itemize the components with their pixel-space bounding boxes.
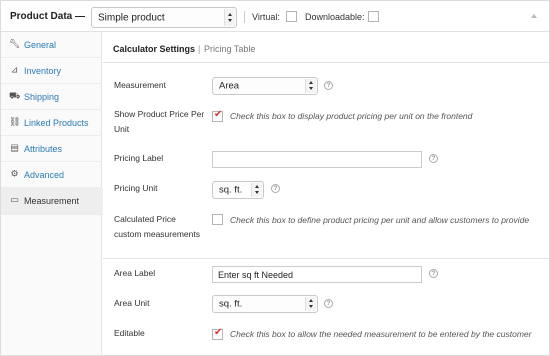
product-type-select[interactable]: Simple product [91,7,237,28]
sidebar-item-label: General [24,39,57,50]
help-icon[interactable]: ? [429,269,438,278]
wrench-icon: 🔧︎ [9,39,21,49]
area-label-input[interactable]: Enter sq ft Needed [212,266,422,283]
pricing-unit-value: sq. ft. [219,184,243,196]
calculated-price-label: Calculated Price custom measurements [114,212,200,242]
calculated-price-label-line1: Calculated Price [114,214,176,224]
product-data-tabs: 🔧︎ General ⊿ Inventory ⛟ Shipping ⛓ Link… [1,32,103,355]
calculated-price-label-line2: custom measurements [114,229,200,239]
help-icon[interactable]: ? [271,184,280,193]
section-divider [103,258,549,259]
tab-calculator-settings[interactable]: Calculator Settings [113,44,195,54]
sidebar-item-label: Advanced [24,169,65,180]
virtual-checkbox[interactable] [286,11,297,22]
measurement-label: Measurement [114,80,166,90]
show-price-checkbox[interactable] [212,109,223,122]
product-data-header: Product Data — Simple product Virtual: D… [1,1,549,32]
pricing-unit-select[interactable]: sq. ft. [212,181,264,199]
measurement-select[interactable]: Area [212,77,318,95]
list-icon: ▤ [10,143,19,153]
tab-pricing-table[interactable]: Pricing Table [204,44,255,54]
select-arrows-icon [305,79,316,93]
area-unit-label: Area Unit [114,298,150,308]
sidebar-item-label: Attributes [24,143,63,154]
chart-icon: ⊿ [10,65,19,75]
gear-icon: ⚙ [10,169,19,179]
show-price-description: Check this box to display product pricin… [230,111,473,121]
select-arrows-icon [224,9,235,26]
sidebar-item-advanced[interactable]: ⚙ Advanced [1,162,102,188]
show-price-label-line2: Unit [114,124,130,134]
sidebar-item-shipping[interactable]: ⛟ Shipping [1,84,102,110]
area-label-label: Area Label [114,268,156,278]
link-icon: ⛓ [9,117,21,127]
product-type-value: Simple product [98,12,165,23]
editable-label: Editable [114,328,145,338]
sidebar-item-label: Measurement [24,196,80,206]
subtab-divider: | [198,44,201,54]
pricing-label-input[interactable] [212,151,422,168]
help-icon[interactable]: ? [429,154,438,163]
ruler-icon: ▭ [10,195,19,206]
select-arrows-icon [251,183,262,197]
area-unit-value: sq. ft. [219,298,243,310]
measurement-value: Area [219,80,240,92]
virtual-label: Virtual: [252,12,280,22]
sidebar-item-label: Linked Products [24,117,89,128]
show-price-label: Show Product Price Per Unit [114,107,204,137]
area-label-value: Enter sq ft Needed [218,269,294,280]
sidebar-item-linked-products[interactable]: ⛓ Linked Products [1,110,102,136]
sidebar-item-label: Inventory [24,65,62,76]
area-unit-select[interactable]: sq. ft. [212,295,318,313]
sidebar-item-attributes[interactable]: ▤ Attributes [1,136,102,162]
help-icon[interactable]: ? [324,299,333,308]
downloadable-checkbox[interactable] [368,11,379,22]
help-icon[interactable]: ? [324,81,333,90]
downloadable-label: Downloadable: [305,12,365,22]
panel-title: Product Data — [10,11,86,22]
calculated-price-checkbox[interactable] [212,214,223,225]
sidebar-item-inventory[interactable]: ⊿ Inventory [1,58,102,84]
sidebar-item-label: Shipping [24,91,60,102]
calculated-price-description: Check this box to define product pricing… [230,215,530,225]
pricing-label-label: Pricing Label [114,153,164,163]
show-price-label-line1: Show Product Price Per [114,109,205,119]
truck-icon: ⛟ [9,91,21,101]
sidebar-item-measurement[interactable]: ▭ Measurement [1,188,103,215]
collapse-arrow-icon[interactable] [531,14,537,18]
sidebar-item-general[interactable]: 🔧︎ General [1,32,102,58]
pricing-unit-label: Pricing Unit [114,183,158,193]
select-arrows-icon [305,297,316,311]
subtabs: Calculator Settings | Pricing Table [103,32,549,63]
product-data-panel: Product Data — Simple product Virtual: D… [0,0,550,356]
header-divider [244,11,245,23]
editable-checkbox[interactable] [212,327,223,340]
measurement-panel: Calculator Settings | Pricing Table Meas… [103,32,549,355]
editable-description: Check this box to allow the needed measu… [230,329,532,339]
